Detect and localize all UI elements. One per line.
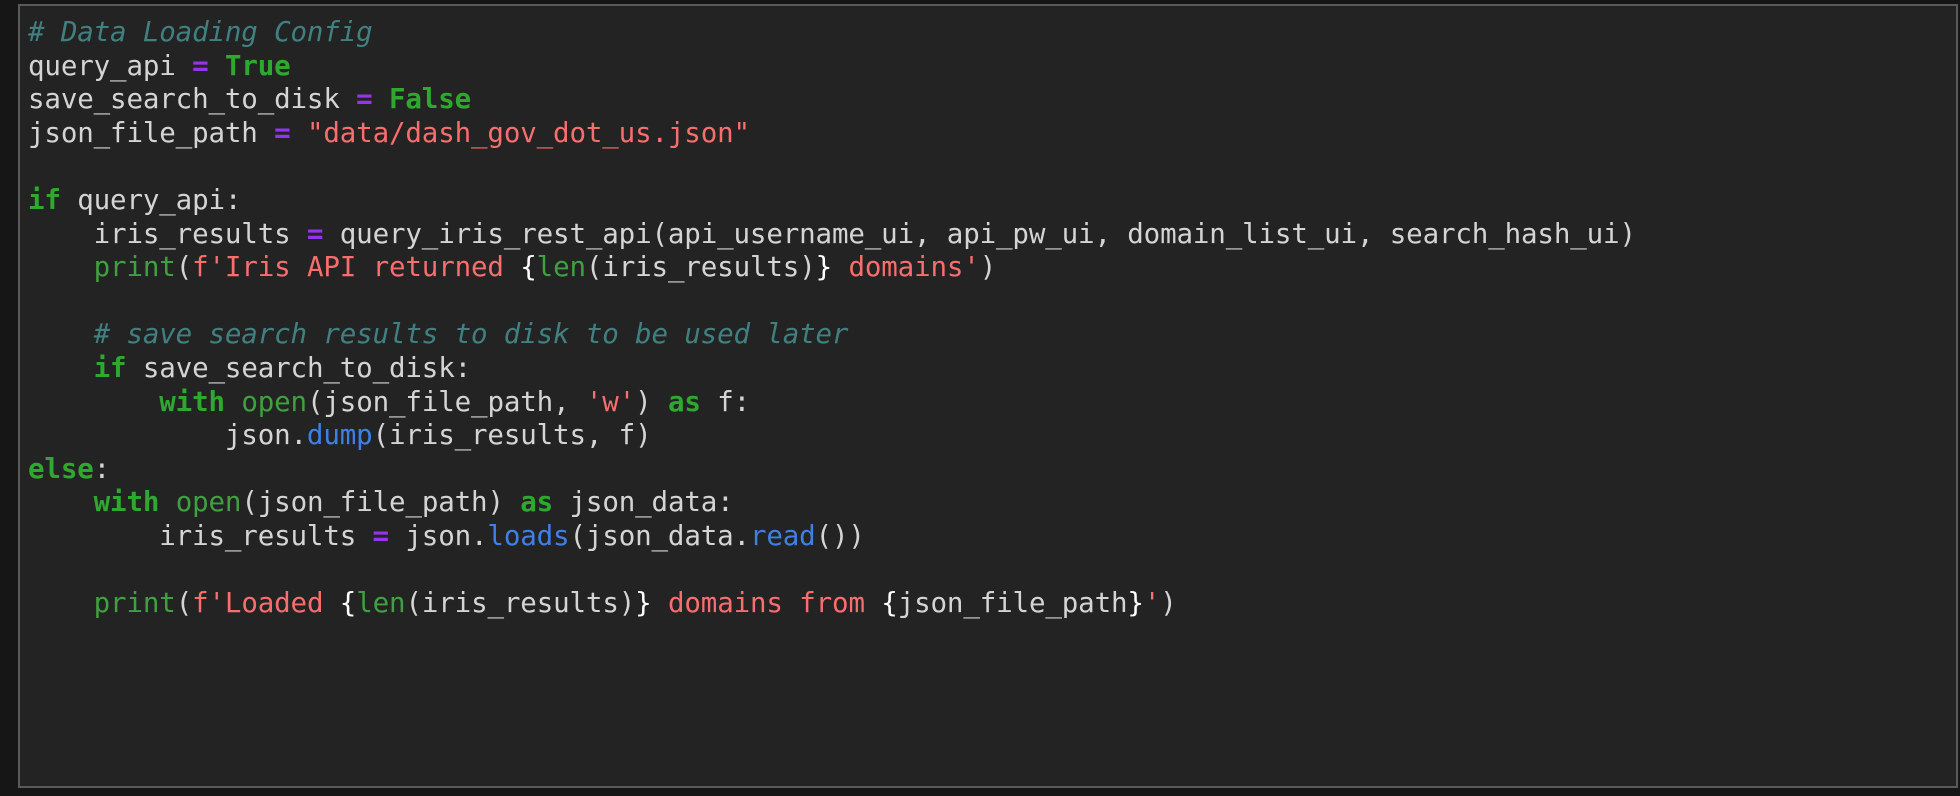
code-token-string: f'Loaded [192, 587, 340, 620]
code-token-constant: False [388, 83, 472, 116]
code-line: with open(json_file_path) as json_data: [28, 486, 734, 518]
code-token-brace: } [815, 251, 833, 284]
code-token-plain: iris_results [28, 217, 307, 250]
code-token-function: loads [487, 519, 570, 552]
code-token-function: read [749, 519, 816, 552]
code-token-brace: } [1127, 587, 1144, 620]
code-token-plain: iris_results [28, 519, 373, 552]
code-token-plain: json_file_path [28, 116, 275, 149]
code-token-plain: save_search_to_disk [28, 83, 357, 116]
code-token-plain: (json_file_path) [241, 486, 521, 519]
code-token-builtin: len [356, 587, 406, 620]
code-token-operator: = [274, 116, 291, 149]
code-token-string: 'w' [585, 385, 636, 418]
code-token-plain: json_file_path [897, 587, 1128, 620]
code-token-plain: json. [28, 419, 307, 452]
code-token-plain: query_api [28, 49, 193, 82]
code-token-plain: (json_file_path, [306, 385, 586, 418]
code-token-builtin: open [241, 385, 307, 418]
code-token-plain: (iris_results) [405, 587, 636, 620]
code-token-operator: = [372, 519, 390, 552]
code-token-plain: ) [979, 251, 997, 284]
code-token-plain: ) [1160, 587, 1177, 620]
code-line: json_file_path = "data/dash_gov_dot_us.j… [28, 117, 750, 149]
code-token-brace: } [635, 587, 652, 620]
code-token-builtin: print [93, 251, 176, 284]
code-token-function: dump [306, 419, 373, 452]
code-token-plain: (iris_results, f) [372, 419, 652, 452]
code-token-plain: ) [635, 385, 668, 418]
code-token-string: ' [1143, 587, 1161, 620]
code-token-plain: save_search_to_disk: [126, 351, 472, 384]
code-token-keyword: as [520, 486, 554, 519]
code-line: print(f'Loaded {len(iris_results)} domai… [28, 587, 1177, 619]
code-token-keyword: with [159, 385, 225, 418]
code-scroll-area[interactable]: # Data Loading Config query_api = True s… [20, 6, 1956, 786]
code-line: with open(json_file_path, 'w') as f: [28, 386, 750, 418]
code-line: else: [28, 453, 110, 485]
python-source-code[interactable]: # Data Loading Config query_api = True s… [28, 16, 1956, 621]
code-token-keyword: else [28, 452, 94, 485]
code-line: save_search_to_disk = False [28, 83, 471, 115]
code-token-plain: : [93, 452, 111, 485]
code-token-plain: ()) [815, 519, 865, 552]
code-token-keyword: as [667, 385, 701, 418]
code-token-plain: (iris_results) [585, 251, 816, 284]
code-token-plain: (json_data. [569, 519, 750, 552]
code-line: # Data Loading Config [28, 16, 373, 48]
code-cell[interactable]: # Data Loading Config query_api = True s… [18, 4, 1958, 788]
code-token-builtin: len [536, 251, 586, 284]
code-line: # save search results to disk to be used… [28, 318, 849, 351]
code-token-keyword: with [93, 486, 160, 519]
code-token-brace: { [339, 587, 357, 620]
code-line: json.dump(iris_results, f) [28, 419, 652, 452]
code-token-keyword: if [93, 351, 127, 384]
code-token-keyword: if [28, 183, 61, 216]
code-token-operator: = [356, 83, 373, 116]
code-token-plain: ( [175, 251, 193, 284]
code-line: iris_results = json.loads(json_data.read… [28, 520, 865, 552]
code-token-plain: json_data: [553, 486, 734, 519]
code-token-string: "data/dash_gov_dot_us.json" [306, 116, 750, 149]
code-token-comment: # save search results to disk to be used… [93, 318, 849, 351]
code-line: if query_api: [28, 184, 241, 216]
code-token-plain: f: [700, 385, 751, 418]
code-token-constant: True [224, 49, 291, 82]
code-token-string: f'Iris API returned [192, 251, 521, 284]
code-token-string: domains from [651, 587, 882, 620]
code-token-builtin: open [175, 486, 242, 519]
code-token-operator: = [192, 49, 209, 82]
code-token-plain: query_iris_rest_api(api_username_ui, api… [323, 217, 1636, 250]
code-line: iris_results = query_iris_rest_api(api_u… [28, 218, 1636, 250]
code-token-comment: # Data Loading Config [28, 16, 373, 48]
code-token-string: domains' [832, 251, 980, 284]
code-token-plain: ( [175, 587, 193, 620]
code-line: print(f'Iris API returned {len(iris_resu… [28, 251, 997, 284]
code-token-plain: query_api: [60, 183, 242, 216]
code-token-plain: json. [388, 519, 488, 552]
code-line: query_api = True [28, 50, 291, 82]
code-token-operator: = [306, 217, 324, 250]
code-token-brace: { [520, 251, 537, 284]
code-token-builtin: print [93, 587, 176, 620]
code-line: if save_search_to_disk: [28, 351, 472, 384]
code-token-brace: { [881, 587, 898, 620]
